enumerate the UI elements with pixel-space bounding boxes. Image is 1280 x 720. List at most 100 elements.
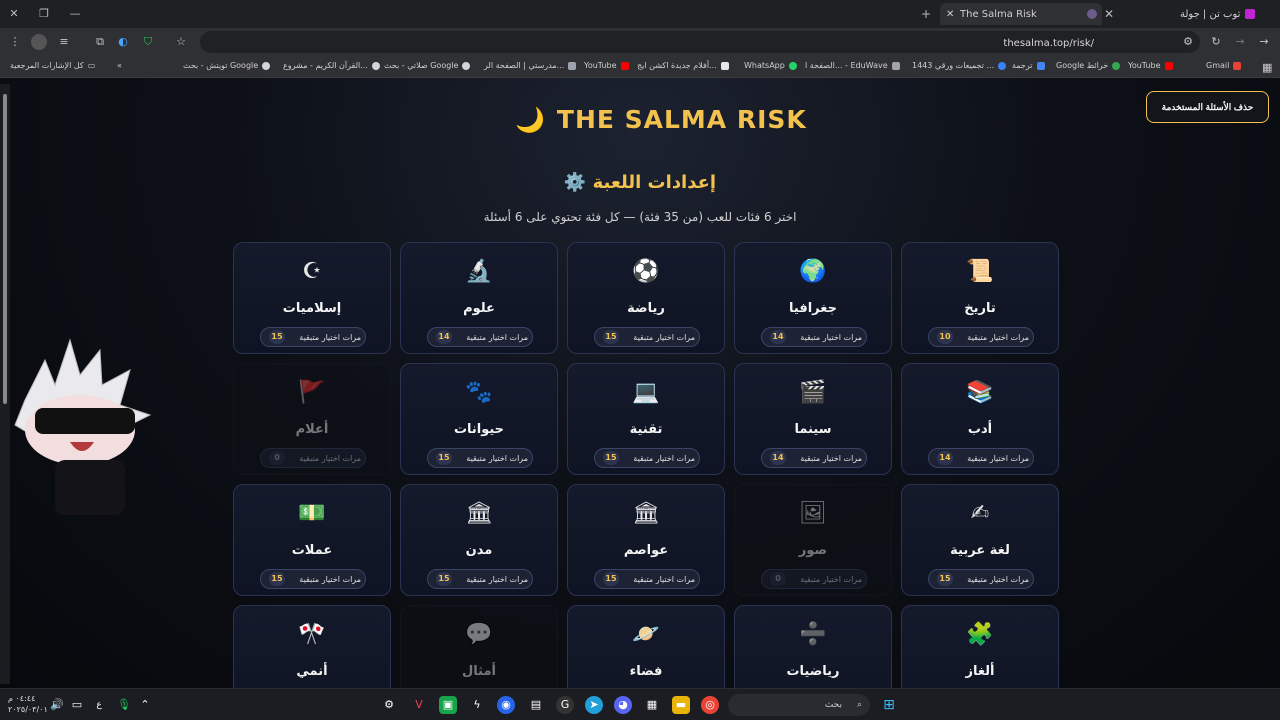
remaining-picks-label: مرات اختيار متبقية [466,453,528,463]
app-icon[interactable]: G [556,696,574,714]
settings-subtitle: اختر 6 فئات للعب (من 35 فئة) — كل فئة تح… [483,210,797,224]
taskbar-search[interactable]: بحث ⌕ [728,694,870,716]
app-icon[interactable]: ▣ [439,696,457,714]
address-bar: ⋮ ≡ ⧉ ◐ ⛉ ☆ thesalma.top/risk/ ⚙ ↻ → → [0,28,1280,56]
shield-icon[interactable]: ⛉ [140,34,156,50]
remaining-picks-label: مرات اختيار متبقية [633,453,695,463]
tab-title: توب تن | جولة [1180,8,1241,20]
extensions-icon[interactable]: ⧉ [92,34,108,50]
minimize-window-icon[interactable]: — [66,5,84,23]
bookmark-item[interactable]: صلاتي - بحث Google [384,61,471,70]
category-grid: 📜 تاريخ مرات اختيار متبقية 10 🌍 جغرافيا مرات ا… [232,242,1059,717]
category-card[interactable]: 📚 أدب مرات اختيار متبقية 14 [901,363,1059,475]
new-tab-button[interactable]: + [917,5,935,23]
category-label: لغة عربية [950,543,1010,558]
category-label: علوم [463,301,495,316]
tray-chevron-icon[interactable]: ⌃ [136,696,154,714]
chrome-icon[interactable]: ◎ [701,696,719,714]
bookmark-item[interactable]: تويتش - بحث Google [183,61,271,70]
bookmark-item[interactable]: ترجمة [1012,61,1045,70]
category-card[interactable]: 🎬 سينما مرات اختيار متبقية 14 [734,363,892,475]
tab-the-salma-risk[interactable]: ✕ The Salma Risk [940,3,1102,25]
category-label: جغرافيا [789,301,837,316]
all-bookmarks-folder[interactable]: كل الإشارات المرجعية ▭ [10,61,95,70]
remaining-picks-label: مرات اختيار متبقية [299,574,361,584]
remaining-picks-badge: مرات اختيار متبقية 15 [594,569,700,589]
close-window-icon[interactable]: ✕ [5,5,23,23]
app-icon[interactable]: ◉ [497,696,515,714]
category-card[interactable]: ⚽ رياضة مرات اختيار متبقية 15 [567,242,725,354]
scroll-thumb[interactable] [3,94,7,404]
valorant-icon[interactable]: V [410,696,428,714]
flag-icon: 🚩 [298,380,326,405]
bookmark-item[interactable]: أفلام جديدة اكشن ايج... [637,61,729,70]
bookmark-item[interactable]: مدرستي | الصفحة الر... [484,61,577,70]
category-card[interactable]: 🏛 مدن مرات اختيار متبقية 15 [400,484,558,596]
category-card[interactable]: ✍ لغة عربية مرات اختيار متبقية 15 [901,484,1059,596]
discord-icon[interactable]: ◕ [614,696,632,714]
microphone-icon[interactable]: 🎙 [115,696,133,714]
category-label: رياضة [627,301,665,316]
more-bookmarks-icon[interactable]: « [117,61,122,70]
store-icon[interactable]: ▦ [643,696,661,714]
clock[interactable]: ٠٤:٤٤ م ٢٠٢٥/٠٣/٠١ [8,693,48,715]
remaining-picks-count: 15 [269,572,285,586]
apps-grid-icon[interactable]: ▦ [1262,61,1272,74]
reload-icon[interactable]: ↻ [1208,34,1224,50]
search-icon: ⌕ [856,700,862,710]
bookmark-item[interactable]: تجميعات ورقي 1443 ... [912,61,1007,70]
bookmark-item[interactable]: YouTube [584,61,629,70]
category-card[interactable]: ☪ إسلاميات مرات اختيار متبقية 15 [233,242,391,354]
divide-icon: ➗ [799,622,827,647]
url-box[interactable]: ☆ thesalma.top/risk/ ⚙ [176,31,1200,53]
file-explorer-icon[interactable]: ▬ [672,696,690,714]
film-icon [720,61,729,70]
remaining-picks-badge: مرات اختيار متبقية 15 [928,569,1034,589]
eduwave-icon [891,61,900,70]
category-card[interactable]: 💻 تقنية مرات اختيار متبقية 15 [567,363,725,475]
bookmark-item[interactable]: YouTube [1128,61,1173,70]
calculator-icon[interactable]: ▤ [527,696,545,714]
network-icon[interactable]: ▭ [68,696,86,714]
category-card[interactable]: 🌍 جغرافيا مرات اختيار متبقية 14 [734,242,892,354]
bookmark-item[interactable]: Gmail [1206,61,1242,70]
bookmark-item[interactable]: WhatsApp [744,61,797,70]
app-bolt-icon[interactable]: ϟ [468,696,486,714]
reading-list-icon[interactable]: ≡ [56,34,72,50]
bookmark-item[interactable]: القرآن الكريم - مشروع... [283,61,380,70]
settings-gear-icon[interactable]: ⚙ [380,696,398,714]
category-card[interactable]: 🔬 علوم مرات اختيار متبقية 14 [400,242,558,354]
language-indicator[interactable]: ع [90,696,108,714]
translate-icon [1036,61,1045,70]
volume-icon[interactable]: 🔊 [48,696,66,714]
back-icon[interactable]: → [1256,34,1272,50]
laptop-icon: 💻 [632,380,660,405]
category-card[interactable]: 📜 تاريخ مرات اختيار متبقية 10 [901,242,1059,354]
menu-dots-icon[interactable]: ⋮ [7,34,23,50]
site-logo[interactable]: 🌙 THE SALMA RISK [515,105,807,134]
forward-icon[interactable]: → [1232,34,1248,50]
bookmark-item[interactable]: الصفحة ا... - EduWave [805,61,900,70]
category-card[interactable]: 🐾 حيوانات مرات اختيار متبقية 15 [400,363,558,475]
profile-avatar[interactable] [31,34,47,50]
tab-top-ten[interactable]: توب تن | جولة [1180,3,1270,25]
extension-icon[interactable]: ◐ [115,34,131,50]
remaining-picks-count: 15 [269,330,285,344]
category-label: حيوانات [453,422,505,437]
bookmark-item[interactable]: Google خرائط [1056,61,1121,70]
close-tab-icon[interactable]: ✕ [946,9,954,20]
restore-window-icon[interactable]: ❐ [35,5,53,23]
telegram-icon[interactable]: ➤ [585,696,603,714]
close-tab-icon[interactable]: ✕ [1100,5,1118,23]
category-card[interactable]: 💵 عملات مرات اختيار متبقية 15 [233,484,391,596]
delete-used-questions-button[interactable]: حذف الأسئلة المستخدمة [1146,91,1269,123]
site-settings-icon[interactable]: ⚙ [1180,34,1196,50]
category-card[interactable]: 🏛 عواصم مرات اختيار متبقية 15 [567,484,725,596]
remaining-picks-label: مرات اختيار متبقية [633,332,695,342]
folder-icon: ▭ [87,61,96,70]
remaining-picks-label: مرات اختيار متبقية [466,332,528,342]
windows-start-icon[interactable]: ⊞ [880,696,898,714]
bookmark-star-icon[interactable]: ☆ [173,34,189,50]
remaining-picks-badge: مرات اختيار متبقية 15 [594,327,700,347]
remaining-picks-count: 14 [937,451,953,465]
